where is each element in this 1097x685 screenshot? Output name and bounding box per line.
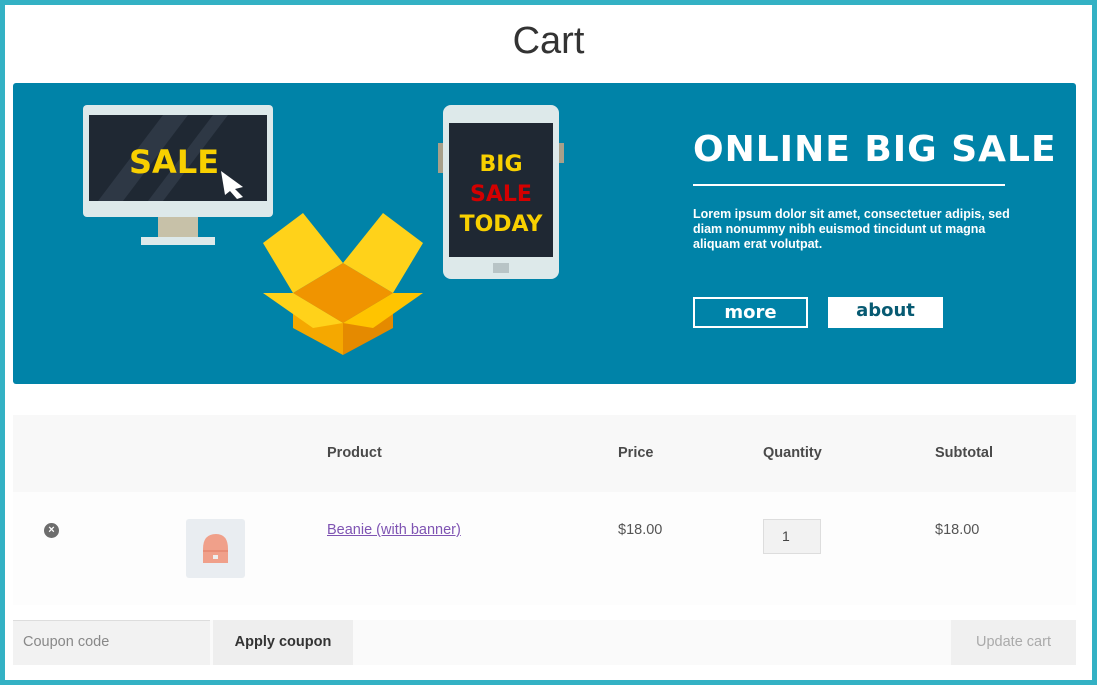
- item-price: $18.00: [618, 522, 662, 538]
- banner-body: Lorem ipsum dolor sit amet, consectetuer…: [693, 207, 1023, 252]
- about-button[interactable]: about: [828, 297, 943, 328]
- banner-illustration: SALE BIG SALE TODAY: [13, 83, 673, 384]
- more-button[interactable]: more: [693, 297, 808, 328]
- svg-text:SALE: SALE: [129, 143, 219, 181]
- remove-item-icon[interactable]: ×: [44, 523, 59, 538]
- svg-text:BIG: BIG: [479, 152, 522, 177]
- monitor-illustration: SALE: [83, 105, 273, 245]
- update-cart-button[interactable]: Update cart: [951, 620, 1076, 665]
- cart-table-header: Product Price Quantity Subtotal: [13, 415, 1076, 492]
- quantity-input[interactable]: 1: [763, 519, 821, 554]
- table-row: × Beanie (with banner) $18.00 1 $18.00: [13, 492, 1076, 605]
- header-subtotal: Subtotal: [935, 445, 993, 461]
- banner-divider: [693, 184, 1005, 186]
- box-illustration: [263, 213, 423, 355]
- cart-actions: Coupon code Apply coupon Update cart: [13, 620, 1076, 665]
- header-quantity: Quantity: [763, 445, 822, 461]
- page-title: Cart: [0, 20, 1097, 63]
- coupon-code-input[interactable]: Coupon code: [13, 620, 210, 665]
- beanie-icon: [186, 519, 245, 578]
- apply-coupon-button[interactable]: Apply coupon: [213, 620, 353, 665]
- svg-text:SALE: SALE: [470, 182, 532, 207]
- product-link[interactable]: Beanie (with banner): [327, 522, 461, 538]
- item-subtotal: $18.00: [935, 522, 979, 538]
- phone-illustration: BIG SALE TODAY: [438, 105, 564, 279]
- sale-banner: SALE BIG SALE TODAY ONLINE BIG SALE Lore…: [13, 83, 1076, 384]
- svg-text:TODAY: TODAY: [460, 212, 544, 237]
- banner-headline: ONLINE BIG SALE: [693, 129, 1057, 170]
- header-price: Price: [618, 445, 653, 461]
- header-product: Product: [327, 445, 382, 461]
- product-thumbnail[interactable]: [186, 519, 245, 578]
